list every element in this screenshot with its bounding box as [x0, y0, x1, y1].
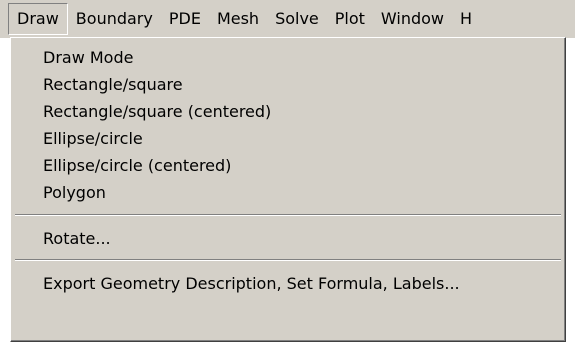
menu-separator	[15, 259, 561, 261]
menu-item-rectangle-square[interactable]: Rectangle/square	[11, 71, 565, 98]
menu-item-rotate[interactable]: Rotate...	[11, 225, 565, 252]
menu-mesh[interactable]: Mesh	[209, 3, 267, 35]
menu-pde[interactable]: PDE	[161, 3, 209, 35]
menu-item-export-geometry[interactable]: Export Geometry Description, Set Formula…	[11, 270, 565, 297]
menu-item-rectangle-square-centered[interactable]: Rectangle/square (centered)	[11, 98, 565, 125]
draw-dropdown-menu: Draw Mode Rectangle/square Rectangle/squ…	[10, 37, 566, 342]
menu-item-polygon[interactable]: Polygon	[11, 179, 565, 206]
menu-draw[interactable]: Draw	[8, 2, 68, 35]
menu-bar: Draw Boundary PDE Mesh Solve Plot Window…	[0, 0, 575, 38]
menu-item-ellipse-circle-centered[interactable]: Ellipse/circle (centered)	[11, 152, 565, 179]
menu-plot[interactable]: Plot	[327, 3, 373, 35]
menu-window[interactable]: Window	[373, 3, 452, 35]
menu-help-truncated[interactable]: H	[452, 3, 480, 35]
menu-boundary[interactable]: Boundary	[68, 3, 161, 35]
menu-item-ellipse-circle[interactable]: Ellipse/circle	[11, 125, 565, 152]
menu-separator	[15, 214, 561, 216]
menu-solve[interactable]: Solve	[267, 3, 327, 35]
menu-item-draw-mode[interactable]: Draw Mode	[11, 44, 565, 71]
